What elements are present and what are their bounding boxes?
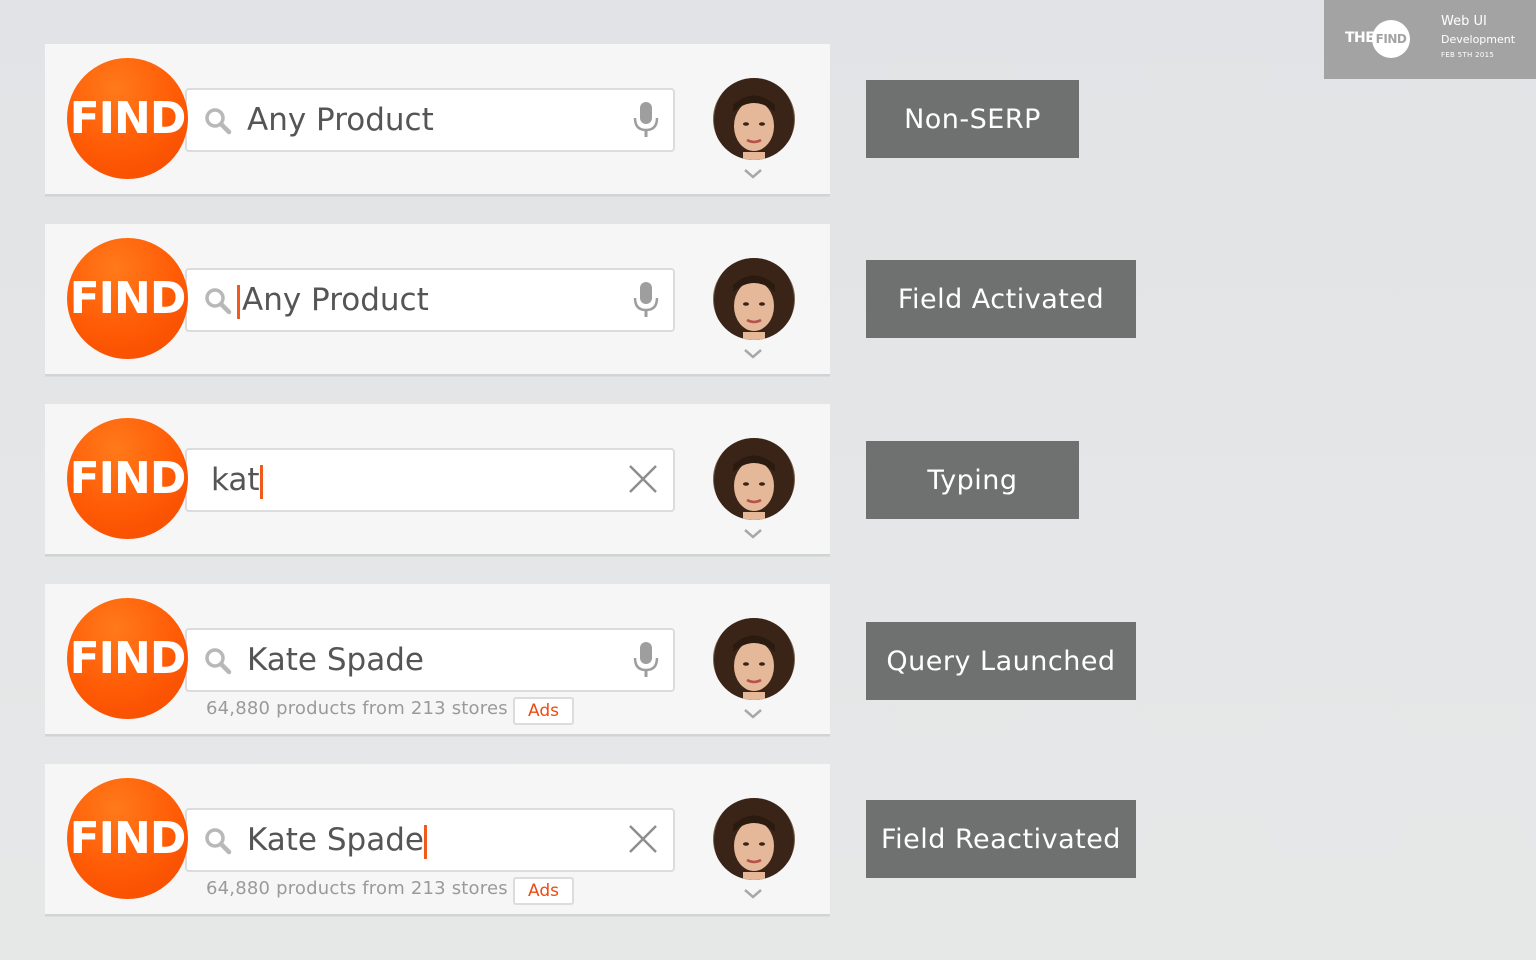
state-label-typing: Typing <box>866 441 1079 519</box>
search-field[interactable]: Any Product <box>185 88 675 152</box>
microphone-icon[interactable] <box>631 101 661 139</box>
search-input-value: Kate Spade <box>247 822 424 858</box>
user-avatar[interactable] <box>713 78 795 160</box>
search-field[interactable]: Kate Spade <box>185 808 675 872</box>
badge-subtitle: Development <box>1441 33 1516 46</box>
user-avatar[interactable] <box>713 798 795 880</box>
search-field[interactable]: Kate Spade <box>185 628 675 692</box>
chevron-down-icon[interactable] <box>743 708 763 720</box>
search-field[interactable]: Any Product <box>185 268 675 332</box>
state-label-field-activated: Field Activated <box>866 260 1136 338</box>
state-label-query-launched: Query Launched <box>866 622 1136 700</box>
search-icon <box>204 107 232 135</box>
search-icon <box>204 287 232 315</box>
badge-date: FEB 5TH 2015 <box>1441 51 1495 59</box>
chevron-down-icon[interactable] <box>743 888 763 900</box>
user-avatar[interactable] <box>713 258 795 340</box>
ads-badge[interactable]: Ads <box>513 697 574 725</box>
search-input[interactable]: kat <box>211 450 263 510</box>
search-header-field-reactivated: Kate Spade FIND 64,880 products from 213… <box>45 764 830 916</box>
badge-brand-the: THE <box>1345 30 1375 46</box>
find-logo[interactable]: FIND <box>67 238 188 359</box>
user-avatar[interactable] <box>713 438 795 520</box>
result-count: 64,880 products from 213 stores <box>206 878 508 899</box>
brand-badge: THE FIND Web UI Development FEB 5TH 2015 <box>1324 0 1536 79</box>
find-logo[interactable]: FIND <box>67 58 188 179</box>
find-logo[interactable]: FIND <box>67 418 188 539</box>
search-icon <box>204 647 232 675</box>
find-logo[interactable]: FIND <box>67 778 188 899</box>
badge-brand-find: FIND <box>1372 20 1410 58</box>
search-input[interactable]: Any Product <box>247 90 434 150</box>
search-header-typing: kat FIND <box>45 404 830 556</box>
ads-badge[interactable]: Ads <box>513 877 574 905</box>
user-avatar[interactable] <box>713 618 795 700</box>
search-input[interactable]: Any Product <box>237 270 429 330</box>
search-input-placeholder: Any Product <box>242 282 429 318</box>
search-field[interactable]: kat <box>185 448 675 512</box>
result-count: 64,880 products from 213 stores <box>206 698 508 719</box>
state-label-non-serp: Non-SERP <box>866 80 1079 158</box>
search-input[interactable]: Kate Spade <box>247 630 424 690</box>
search-header-field-activated: Any Product FIND <box>45 224 830 376</box>
search-input-value: kat <box>211 462 260 498</box>
badge-title: Web UI <box>1441 14 1487 29</box>
microphone-icon[interactable] <box>631 281 661 319</box>
text-cursor <box>259 464 263 499</box>
search-header-query-launched: Kate Spade FIND 64,880 products from 213… <box>45 584 830 736</box>
chevron-down-icon[interactable] <box>743 168 763 180</box>
close-icon[interactable] <box>627 463 659 495</box>
chevron-down-icon[interactable] <box>743 348 763 360</box>
close-icon[interactable] <box>627 823 659 855</box>
find-logo[interactable]: FIND <box>67 598 188 719</box>
microphone-icon[interactable] <box>631 641 661 679</box>
search-input[interactable]: Kate Spade <box>247 810 427 870</box>
chevron-down-icon[interactable] <box>743 528 763 540</box>
text-cursor <box>423 824 427 859</box>
search-header-non-serp: Any Product FIND <box>45 44 830 196</box>
text-cursor <box>237 284 240 319</box>
state-label-field-reactivated: Field Reactivated <box>866 800 1136 878</box>
search-icon <box>204 827 232 855</box>
